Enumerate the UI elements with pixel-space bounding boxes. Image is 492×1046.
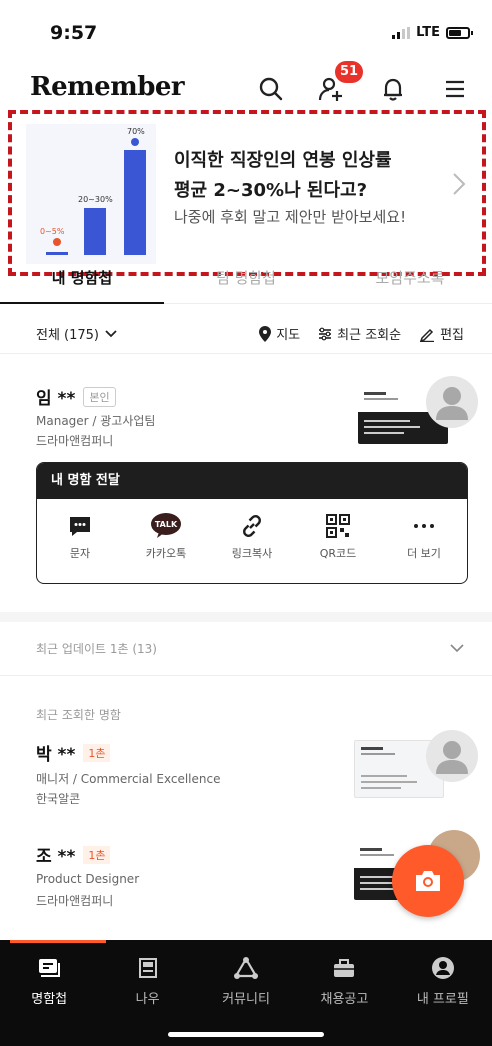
filter-bar: 전체 (175) 지도 최근 조회순 편집 xyxy=(0,312,492,354)
nav-community-label: 커뮤니티 xyxy=(222,992,270,1007)
my-name-text: 임 ** xyxy=(36,389,76,409)
scan-card-camera-button[interactable] xyxy=(392,845,464,917)
edit-button[interactable]: 편집 xyxy=(419,324,464,343)
recent-contact-name-text: 조 ** xyxy=(36,847,76,867)
degree-badge: 1촌 xyxy=(83,845,111,864)
nav-cardbook[interactable]: 명함첩 xyxy=(0,954,98,1007)
sort-icon xyxy=(319,327,332,340)
jobs-icon xyxy=(295,954,393,982)
nav-cardbook-label: 명함첩 xyxy=(31,992,68,1007)
nav-jobs-label: 채용공고 xyxy=(320,992,369,1007)
chevron-down-icon xyxy=(450,644,464,653)
cardbook-tabs: 내 명함첩 팀 명함첩 모임주소록 xyxy=(0,258,492,304)
sort-button[interactable]: 최근 조회순 xyxy=(318,324,401,343)
share-copy-link-button[interactable]: 링크복사 xyxy=(209,511,295,561)
count-label: 전체 (175) xyxy=(36,328,100,343)
network-label: LTE xyxy=(416,25,440,40)
link-icon xyxy=(209,511,295,541)
recent-contact-name[interactable]: 박 ** 1촌 xyxy=(36,740,111,765)
bell-icon[interactable] xyxy=(378,74,408,104)
recent-contact-title: 매니저 / Commercial Excellence xyxy=(36,772,221,786)
now-icon xyxy=(98,954,196,982)
nav-community[interactable]: 커뮤니티 xyxy=(197,954,295,1007)
nav-now[interactable]: 나우 xyxy=(98,954,196,1007)
tab-my-cardbook[interactable]: 내 명함첩 xyxy=(0,258,164,304)
share-qr-label: QR코드 xyxy=(319,547,357,560)
count-dropdown[interactable]: 전체 (175) xyxy=(36,324,117,343)
my-title: Manager / 광고사업팀 xyxy=(36,414,156,428)
map-button[interactable]: 지도 xyxy=(259,324,300,343)
recent-contact-title: Product Designer xyxy=(36,872,140,886)
qr-icon xyxy=(295,511,381,541)
pencil-icon xyxy=(419,328,435,342)
notification-badge: 51 xyxy=(335,61,363,83)
updates-label: 최근 업데이트 1촌 (13) xyxy=(36,642,157,656)
promo-banner[interactable]: 0~5% 20~30% 70% 이직한 직장인의 연봉 인상률 평균 2~30%… xyxy=(8,110,486,276)
status-indicators: LTE xyxy=(392,25,473,40)
recent-contact-company: 드라마앤컴퍼니 xyxy=(36,894,114,908)
nav-profile-label: 내 프로필 xyxy=(416,992,469,1007)
salary-chart-illustration: 0~5% 20~30% 70% xyxy=(26,124,156,264)
recent-contact-company: 한국알콘 xyxy=(36,792,81,806)
share-my-card-panel: 내 명함 전달 문자 TALK 카카오톡 링크복사 QR코드 더 보기 xyxy=(36,462,468,584)
me-badge: 본인 xyxy=(83,386,116,407)
share-more-label: 더 보기 xyxy=(407,547,441,560)
sort-label: 최근 조회순 xyxy=(337,328,402,343)
edit-label: 편집 xyxy=(440,328,464,343)
share-copy-link-label: 링크복사 xyxy=(231,547,273,560)
section-divider xyxy=(0,612,492,622)
degree-badge: 1촌 xyxy=(83,743,111,762)
nav-now-label: 나우 xyxy=(135,992,160,1007)
banner-headline-2: 평균 2~30%나 된다고? xyxy=(174,180,368,201)
banner-headline-1: 이직한 직장인의 연봉 인상률 xyxy=(174,150,392,171)
share-header: 내 명함 전달 xyxy=(37,463,467,499)
share-sms-label: 문자 xyxy=(69,547,91,560)
status-bar: 9:57 LTE xyxy=(0,0,492,64)
recent-contact-name[interactable]: 조 ** 1촌 xyxy=(36,842,111,867)
recent-contact-name-text: 박 ** xyxy=(36,745,76,765)
banner-subtext: 나중에 후회 말고 제안만 받아보세요! xyxy=(174,208,407,226)
map-label: 지도 xyxy=(276,328,301,343)
signal-icon xyxy=(392,26,411,39)
search-icon[interactable] xyxy=(256,74,286,104)
nav-profile[interactable]: 내 프로필 xyxy=(394,954,492,1007)
contact-avatar[interactable] xyxy=(426,730,478,782)
tab-team-cardbook[interactable]: 팀 명함첩 xyxy=(164,258,328,303)
bar-label-low: 0~5% xyxy=(40,227,65,236)
bottom-navigation: 명함첩 나우 커뮤니티 채용공고 내 프로필 xyxy=(0,940,492,1046)
home-indicator xyxy=(168,1032,324,1037)
svg-text:TALK: TALK xyxy=(155,520,178,529)
share-qr-button[interactable]: QR코드 xyxy=(295,511,381,561)
camera-icon xyxy=(416,871,440,891)
kakaotalk-icon: TALK xyxy=(123,511,209,541)
my-name[interactable]: 임 ** 본인 xyxy=(36,384,116,409)
chevron-down-icon xyxy=(105,329,117,337)
menu-icon[interactable] xyxy=(440,74,470,104)
active-tab-indicator xyxy=(10,940,106,943)
tab-group-directory[interactable]: 모임주소록 xyxy=(328,258,492,303)
share-kakaotalk-label: 카카오톡 xyxy=(145,547,187,560)
battery-icon xyxy=(446,26,473,39)
share-more-button[interactable]: 더 보기 xyxy=(381,511,467,561)
cardbook-icon xyxy=(0,954,98,982)
share-sms-button[interactable]: 문자 xyxy=(37,511,123,561)
bar-label-mid: 20~30% xyxy=(78,195,113,204)
community-icon xyxy=(197,954,295,982)
app-logo: Remember xyxy=(30,72,185,102)
my-avatar[interactable] xyxy=(426,376,478,428)
recent-section-title: 최근 조회한 명함 xyxy=(36,708,121,722)
status-time: 9:57 xyxy=(50,22,98,44)
location-pin-icon xyxy=(259,325,272,342)
updates-row[interactable]: 최근 업데이트 1촌 (13) xyxy=(0,622,492,676)
app-header: Remember 51 xyxy=(0,61,492,110)
message-icon xyxy=(37,511,123,541)
chevron-right-icon xyxy=(452,172,466,200)
bar-label-high: 70% xyxy=(127,127,145,136)
more-icon xyxy=(381,511,467,541)
nav-jobs[interactable]: 채용공고 xyxy=(295,954,393,1007)
profile-icon xyxy=(394,954,492,982)
my-company: 드라마앤컴퍼니 xyxy=(36,434,114,448)
share-kakaotalk-button[interactable]: TALK 카카오톡 xyxy=(123,511,209,561)
